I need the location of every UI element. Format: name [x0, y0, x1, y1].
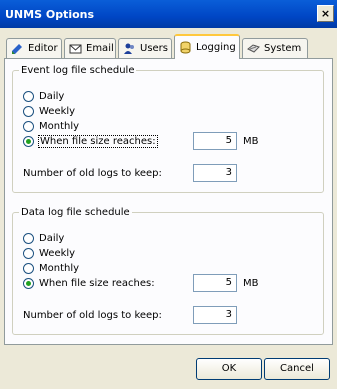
radio-button[interactable]: [23, 136, 34, 147]
data-old-logs-label: Number of old logs to keep:: [23, 310, 162, 321]
tab-logging-label: Logging: [196, 42, 236, 53]
tab-system[interactable]: System: [242, 38, 308, 58]
radio-button[interactable]: [23, 106, 34, 117]
tab-email-label: Email: [86, 43, 114, 54]
tab-email[interactable]: Email: [64, 38, 116, 58]
radio-button[interactable]: [23, 91, 34, 102]
users-icon: [123, 42, 136, 55]
event-old-logs-label: Number of old logs to keep:: [23, 168, 162, 179]
event-radio-daily[interactable]: Daily: [23, 91, 64, 102]
options-dialog: UNMS Options × Editor Email Users Loggin…: [0, 0, 337, 389]
data-radio-file-size[interactable]: When file size reaches:: [23, 278, 155, 289]
event-radio-monthly[interactable]: Monthly: [23, 121, 79, 132]
radio-label: Daily: [39, 233, 65, 244]
data-log-legend: Data log file schedule: [21, 207, 130, 218]
event-radio-file-size[interactable]: When file size reaches:: [23, 135, 158, 148]
tab-strip: Editor Email Users Logging System: [4, 34, 333, 59]
event-size-input[interactable]: 5: [193, 132, 237, 150]
radio-label: When file size reaches:: [39, 278, 155, 289]
event-log-group: Event log file schedule Daily Weekly Mon…: [12, 65, 324, 193]
tab-editor-label: Editor: [28, 43, 58, 54]
data-radio-weekly[interactable]: Weekly: [23, 248, 75, 259]
logging-icon: [179, 41, 192, 54]
radio-label: When file size reaches:: [38, 135, 158, 148]
ok-button[interactable]: OK: [196, 358, 262, 380]
radio-label: Daily: [39, 91, 65, 102]
tab-users-label: Users: [140, 43, 169, 54]
event-log-legend: Event log file schedule: [21, 65, 135, 76]
data-old-logs-input[interactable]: 3: [193, 306, 237, 324]
system-icon: [247, 42, 260, 55]
radio-button[interactable]: [23, 248, 34, 259]
close-button[interactable]: ×: [317, 5, 334, 22]
radio-label: Weekly: [39, 106, 76, 117]
event-old-logs-input[interactable]: 3: [193, 164, 237, 182]
editor-icon: [11, 42, 24, 55]
data-size-input[interactable]: 5: [193, 274, 237, 292]
radio-label: Monthly: [39, 121, 80, 132]
data-radio-daily[interactable]: Daily: [23, 233, 64, 244]
tab-system-label: System: [264, 43, 302, 54]
radio-label: Weekly: [39, 248, 76, 259]
event-radio-weekly[interactable]: Weekly: [23, 106, 75, 117]
data-size-unit: MB: [243, 278, 259, 289]
radio-button[interactable]: [23, 278, 34, 289]
radio-button[interactable]: [23, 263, 34, 274]
data-radio-monthly[interactable]: Monthly: [23, 263, 79, 274]
radio-label: Monthly: [39, 263, 80, 274]
tab-users[interactable]: Users: [118, 38, 172, 58]
tab-logging[interactable]: Logging: [174, 34, 240, 59]
radio-button[interactable]: [23, 233, 34, 244]
window-title: UNMS Options: [5, 8, 95, 21]
logging-panel: Event log file schedule Daily Weekly Mon…: [4, 58, 333, 345]
email-icon: [69, 42, 82, 55]
data-log-group: Data log file schedule Daily Weekly Mont…: [12, 207, 324, 335]
radio-button[interactable]: [23, 121, 34, 132]
event-size-unit: MB: [243, 136, 259, 147]
title-bar[interactable]: UNMS Options ×: [0, 0, 337, 28]
tab-editor[interactable]: Editor: [6, 38, 62, 58]
cancel-button[interactable]: Cancel: [264, 358, 330, 380]
